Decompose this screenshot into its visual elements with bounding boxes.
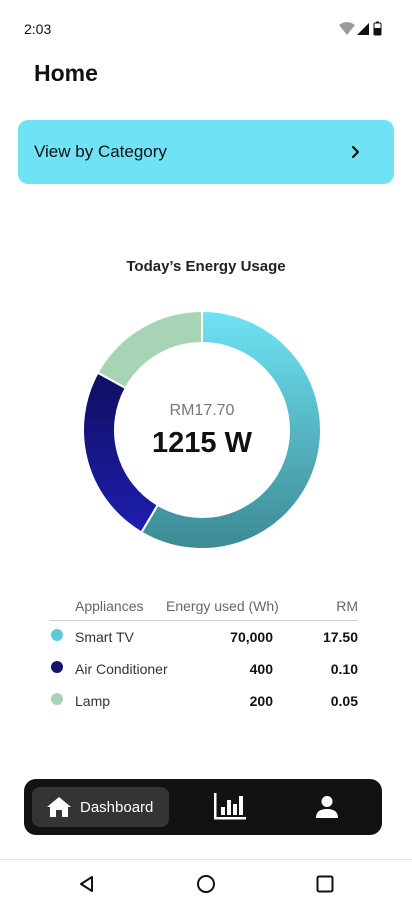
status-bar: 2:03: [0, 0, 412, 58]
nav-dashboard-button[interactable]: Dashboard: [32, 787, 169, 827]
energy-value: 400: [249, 661, 273, 677]
table-row: Lamp 200 0.05: [50, 687, 358, 719]
header-energy: Energy used (Wh): [166, 598, 279, 614]
rm-value: 0.10: [330, 661, 358, 677]
header-rm: RM: [336, 598, 358, 614]
legend-dot: [51, 693, 63, 705]
status-icons: [339, 21, 382, 36]
donut-slice-lamp: [96, 310, 203, 390]
view-by-category-button[interactable]: View by Category: [18, 120, 394, 184]
home-circle-icon[interactable]: [195, 873, 217, 895]
rm-value: 0.05: [330, 693, 358, 709]
cellular-signal-icon: [357, 23, 369, 35]
system-nav-divider: [0, 859, 412, 860]
appliance-table: Appliances Energy used (Wh) RM Smart TV …: [50, 592, 358, 719]
bar-chart-icon[interactable]: [212, 791, 248, 823]
energy-value: 70,000: [230, 629, 273, 645]
home-icon: [47, 797, 71, 817]
legend-dot: [51, 661, 63, 673]
nav-dashboard-label: Dashboard: [80, 799, 154, 816]
status-time: 2:03: [24, 21, 52, 37]
battery-icon: [373, 21, 382, 36]
total-cost: RM17.70: [169, 402, 235, 419]
rm-value: 17.50: [322, 629, 358, 645]
total-power: 1215 W: [152, 427, 252, 459]
wifi-icon: [339, 22, 355, 35]
view-by-category-label: View by Category: [34, 142, 167, 161]
page-title: Home: [34, 60, 98, 86]
appliance-name: Lamp: [75, 693, 111, 709]
table-row: Air Conditioner 400 0.10: [50, 655, 358, 687]
chevron-right-icon: [351, 145, 360, 159]
chart-title: Today’s Energy Usage: [126, 258, 286, 275]
person-icon[interactable]: [314, 794, 340, 820]
appliance-name: Smart TV: [75, 629, 134, 645]
legend-dot: [51, 629, 63, 641]
energy-value: 200: [249, 693, 273, 709]
table-row: Smart TV 70,000 17.50: [50, 623, 358, 655]
header-appliances: Appliances: [75, 598, 144, 614]
bottom-nav: Dashboard: [24, 779, 382, 835]
table-header: Appliances Energy used (Wh) RM: [50, 592, 358, 621]
appliance-name: Air Conditioner: [75, 661, 168, 677]
back-icon[interactable]: [76, 873, 98, 895]
recents-icon[interactable]: [314, 873, 336, 895]
